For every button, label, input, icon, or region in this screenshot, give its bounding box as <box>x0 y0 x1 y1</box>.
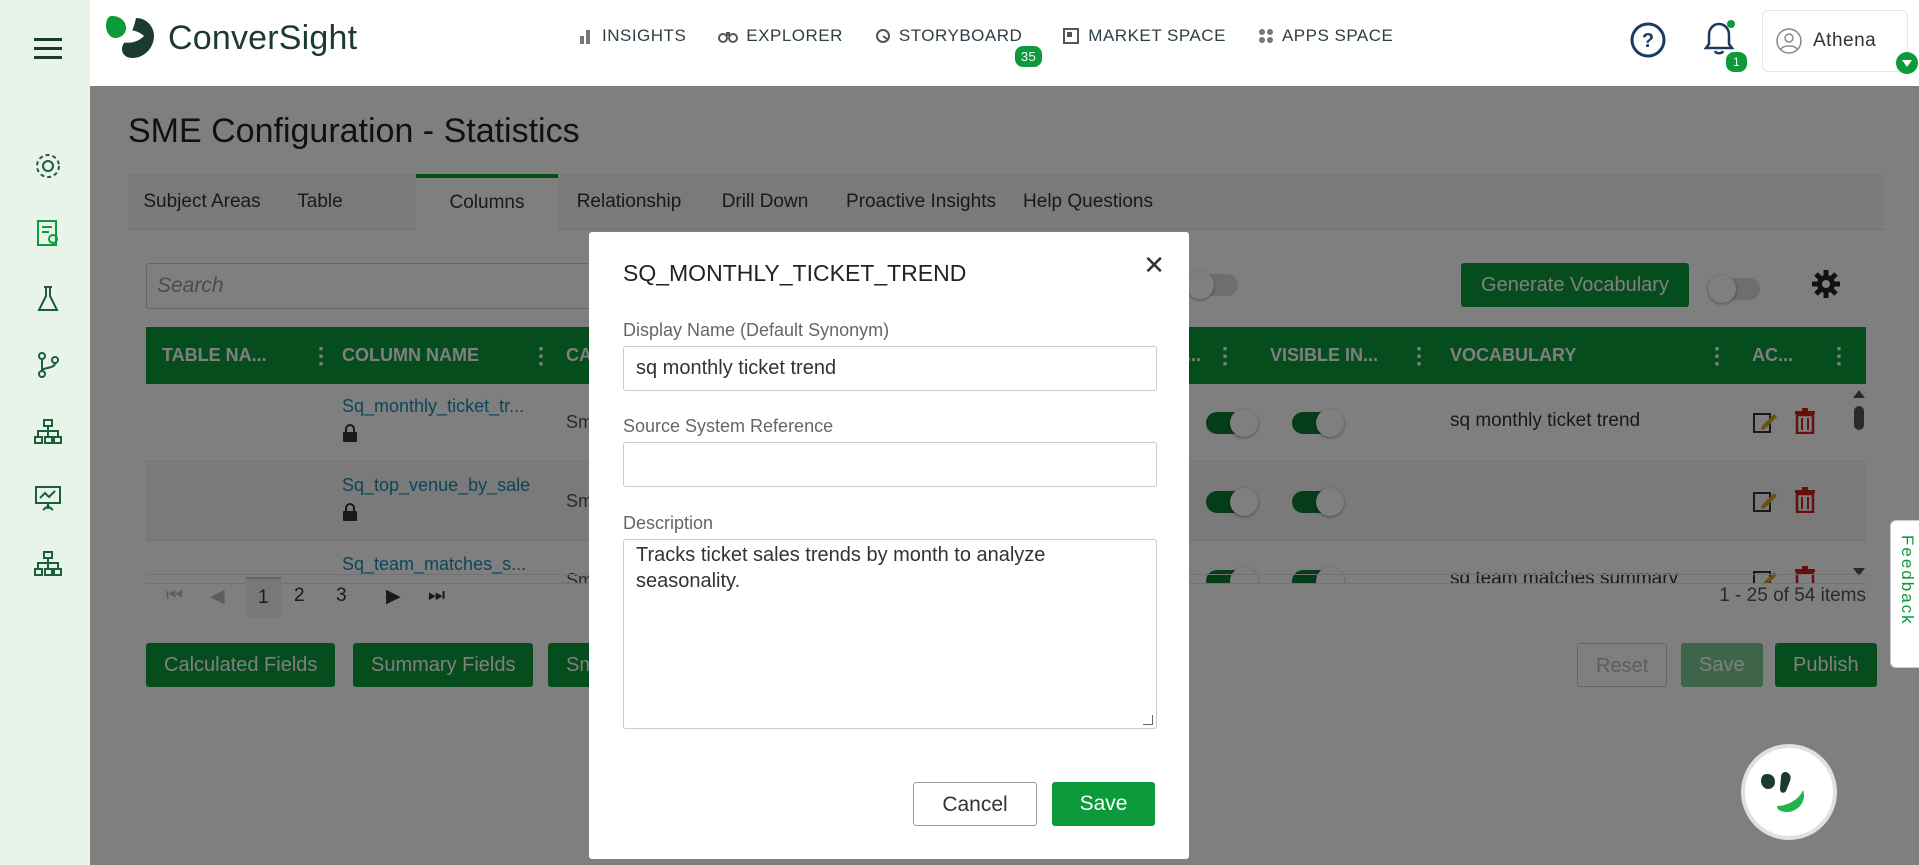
hierarchy-icon[interactable] <box>30 414 66 450</box>
hierarchy-icon-2[interactable] <box>30 546 66 582</box>
presentation-chart-icon[interactable] <box>30 480 66 516</box>
nav-apps-space[interactable]: APPS SPACE <box>1258 26 1393 46</box>
user-menu[interactable]: Athena <box>1762 10 1908 72</box>
display-name-field[interactable]: sq monthly ticket trend <box>623 346 1157 391</box>
nav-explorer[interactable]: EXPLORER <box>718 26 843 46</box>
svg-text:?: ? <box>1642 30 1654 52</box>
avatar-icon <box>1776 28 1802 54</box>
nav-apps-space-label: APPS SPACE <box>1281 26 1394 45</box>
resize-handle-icon[interactable] <box>1143 715 1153 725</box>
modal-save-button[interactable]: Save <box>1052 782 1155 826</box>
binoculars-icon <box>718 32 739 43</box>
logo-mark-icon <box>106 16 154 58</box>
nav-market-space[interactable]: MARKET SPACE <box>1062 26 1226 46</box>
nav-market-space-label: MARKET SPACE <box>1088 26 1226 45</box>
sme-config-icon[interactable] <box>30 215 66 251</box>
description-label: Description <box>623 513 714 533</box>
nav-insights[interactable]: INSIGHTS <box>578 26 686 46</box>
display-name-label: Display Name (Default Synonym) <box>623 320 890 340</box>
conversight-logo[interactable]: ConverSight <box>106 14 357 62</box>
settings-gear-icon[interactable] <box>30 148 66 184</box>
source-system-field[interactable] <box>623 442 1157 487</box>
close-icon[interactable]: ✕ <box>1143 250 1165 281</box>
logo-text: ConverSight <box>168 18 358 57</box>
nav-storyboard[interactable]: STORYBOARD 35 <box>875 26 1045 69</box>
nav-storyboard-label: STORYBOARD <box>898 26 1023 45</box>
user-dropdown-caret-icon[interactable] <box>1896 52 1918 74</box>
chat-bot-logo-icon <box>1761 772 1805 812</box>
storyboard-count-badge: 35 <box>1012 44 1045 69</box>
notification-count-badge: 1 <box>1724 50 1749 74</box>
bell-icon[interactable]: 1 <box>1702 20 1749 74</box>
feedback-label: Feedback <box>1898 535 1917 626</box>
flask-icon[interactable] <box>30 281 66 317</box>
apps-grid-icon <box>1258 29 1273 43</box>
market-space-icon <box>1063 28 1080 44</box>
top-header: ConverSight INSIGHTS EXPLORER STORYBOARD… <box>90 0 1919 86</box>
cancel-button[interactable]: Cancel <box>913 782 1037 826</box>
description-text: Tracks ticket sales trends by month to a… <box>636 544 1046 592</box>
feedback-tab[interactable]: Feedback <box>1890 520 1919 668</box>
edit-column-modal: SQ_MONTHLY_TICKET_TREND ✕ Display Name (… <box>589 232 1189 859</box>
nav-explorer-label: EXPLORER <box>746 26 843 45</box>
main-nav: INSIGHTS EXPLORER STORYBOARD 35 MARKET S… <box>578 26 1425 69</box>
description-textarea[interactable]: Tracks ticket sales trends by month to a… <box>623 539 1157 729</box>
storyboard-icon <box>875 29 890 43</box>
left-sidebar <box>0 0 133 865</box>
branch-icon[interactable] <box>30 347 66 383</box>
hamburger-menu-icon[interactable] <box>30 30 66 66</box>
source-system-label: Source System Reference <box>623 416 834 436</box>
nav-insights-label: INSIGHTS <box>602 26 687 45</box>
help-icon[interactable]: ? <box>1630 22 1666 63</box>
chat-bot-button[interactable] <box>1741 744 1837 840</box>
user-name: Athena <box>1813 30 1877 51</box>
bar-chart-icon <box>580 30 590 44</box>
modal-title: SQ_MONTHLY_TICKET_TREND <box>623 260 967 286</box>
